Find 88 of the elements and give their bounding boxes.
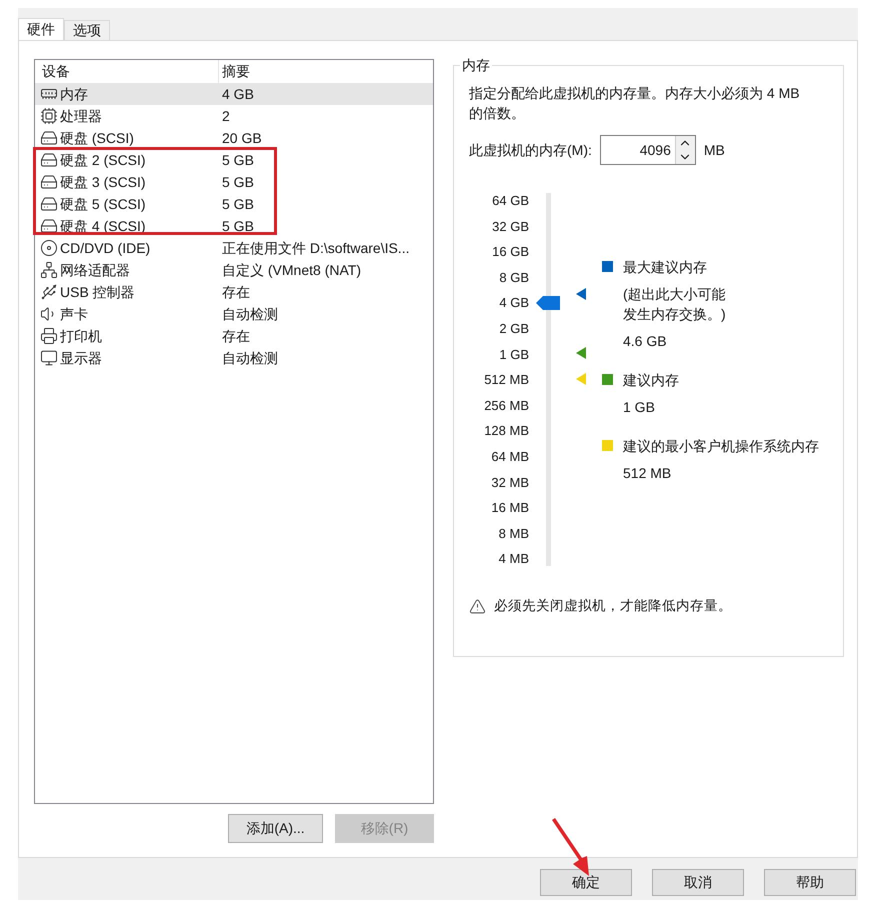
- device-row[interactable]: USB 控制器 存在: [35, 281, 433, 303]
- device-name: 声卡: [60, 304, 88, 324]
- field-label: 此虚拟机的内存(M):: [469, 140, 592, 160]
- scale-label: 4 MB: [498, 550, 529, 568]
- scale-label: 64 MB: [490, 448, 529, 466]
- device-name: 硬盘 (SCSI): [60, 128, 134, 148]
- legend-value: 4.6 GB: [623, 332, 668, 351]
- device-row[interactable]: 网络适配器 自定义 (VMnet8 (NAT): [35, 259, 433, 281]
- marker-triangle-icon: [576, 373, 586, 385]
- device-summary: 5 GB: [221, 216, 254, 236]
- device-name: 打印机: [60, 326, 102, 346]
- device-name: 处理器: [60, 106, 102, 126]
- device-summary: 正在使用文件 D:\software\IS...: [221, 238, 410, 258]
- group-title: 内存: [460, 56, 492, 74]
- device-name: 硬盘 3 (SCSI): [60, 172, 146, 192]
- network-icon: [40, 261, 58, 279]
- device-summary: 5 GB: [221, 194, 254, 214]
- chip-icon: [40, 107, 58, 125]
- scale-label: 4 GB: [498, 294, 529, 312]
- scale-label: 256 MB: [483, 396, 529, 415]
- disc-icon: [40, 239, 58, 257]
- column-header[interactable]: 摘要: [219, 60, 433, 83]
- device-summary: 4 GB: [221, 84, 254, 104]
- dialog-button[interactable]: 帮助: [764, 869, 856, 896]
- device-name: 内存: [60, 84, 88, 104]
- device-summary: 5 GB: [221, 150, 254, 170]
- device-row[interactable]: 内存 4 GB: [35, 83, 433, 105]
- device-summary: 自动检测: [221, 304, 278, 324]
- device-row[interactable]: 打印机 存在: [35, 325, 433, 347]
- hard-drive-icon: [40, 217, 58, 235]
- device-summary: 2: [221, 106, 230, 126]
- hard-drive-icon: [40, 195, 58, 213]
- scale-label: 2 GB: [498, 320, 529, 338]
- warning-icon: [469, 598, 486, 615]
- scale-label: 1 GB: [498, 346, 529, 364]
- hard-drive-icon: [40, 129, 58, 147]
- legend-note: (超出此大小可能发生内存交换。): [623, 285, 727, 324]
- device-row[interactable]: 声卡 自动检测: [35, 303, 433, 325]
- scale-label: 16 MB: [490, 499, 529, 518]
- scale-label: 16 GB: [491, 243, 529, 262]
- device-name: 显示器: [60, 348, 102, 368]
- device-summary: 存在: [221, 326, 250, 346]
- legend-title: 建议的最小客户机操作系统内存: [623, 437, 819, 456]
- marker-triangle-icon: [576, 288, 586, 300]
- monitor-icon: [40, 349, 58, 367]
- warning-text: 必须先关闭虚拟机，才能降低内存量。: [494, 597, 732, 615]
- device-summary: 存在: [221, 282, 250, 302]
- legend-title: 最大建议内存: [623, 258, 708, 277]
- device-summary: 5 GB: [221, 172, 254, 192]
- scale-label: 32 MB: [490, 474, 529, 492]
- memory-spinner[interactable]: 4096: [600, 135, 696, 165]
- device-button[interactable]: 添加(A)...: [228, 814, 323, 843]
- legend-title: 建议内存: [623, 371, 679, 390]
- legend-value: 512 MB: [623, 464, 672, 483]
- scale-label: 8 MB: [498, 524, 529, 543]
- scale-label: 512 MB: [483, 371, 529, 390]
- device-name: 网络适配器: [60, 260, 130, 280]
- device-summary: 自动检测: [221, 348, 278, 368]
- tab[interactable]: 选项: [64, 20, 110, 40]
- device-row[interactable]: 硬盘 3 (SCSI) 5 GB: [35, 171, 433, 193]
- usb-icon: [40, 283, 58, 301]
- device-row[interactable]: CD/DVD (IDE) 正在使用文件 D:\software\IS...: [35, 237, 433, 259]
- unit-label: MB: [704, 140, 725, 160]
- printer-icon: [40, 327, 58, 345]
- scale-label: 32 GB: [491, 218, 529, 236]
- device-row[interactable]: 硬盘 5 (SCSI) 5 GB: [35, 193, 433, 215]
- dialog-button[interactable]: 确定: [540, 869, 632, 896]
- tab[interactable]: 硬件: [18, 18, 64, 40]
- device-row[interactable]: 硬盘 2 (SCSI) 5 GB: [35, 149, 433, 171]
- marker-triangle-icon: [576, 347, 586, 359]
- scale-label: 64 GB: [491, 192, 529, 210]
- dialog-button[interactable]: 取消: [652, 869, 744, 896]
- memory-description: 指定分配给此虚拟机的内存量。内存大小必须为 4 MB 的倍数。: [469, 84, 801, 123]
- scale-label: 128 MB: [483, 422, 529, 440]
- device-row[interactable]: 处理器 2: [35, 105, 433, 127]
- device-row[interactable]: 硬盘 (SCSI) 20 GB: [35, 127, 433, 149]
- device-name: CD/DVD (IDE): [60, 238, 150, 258]
- device-name: USB 控制器: [60, 282, 135, 302]
- scale-label: 8 GB: [498, 268, 529, 287]
- device-summary: 20 GB: [221, 128, 262, 148]
- hard-drive-icon: [40, 173, 58, 191]
- device-name: 硬盘 5 (SCSI): [60, 194, 146, 214]
- device-summary: 自定义 (VMnet8 (NAT): [221, 260, 361, 280]
- device-row[interactable]: 显示器 自动检测: [35, 347, 433, 369]
- device-name: 硬盘 2 (SCSI): [60, 150, 146, 170]
- legend-value: 1 GB: [623, 398, 656, 417]
- slider-thumb[interactable]: [536, 296, 560, 310]
- hard-drive-icon: [40, 151, 58, 169]
